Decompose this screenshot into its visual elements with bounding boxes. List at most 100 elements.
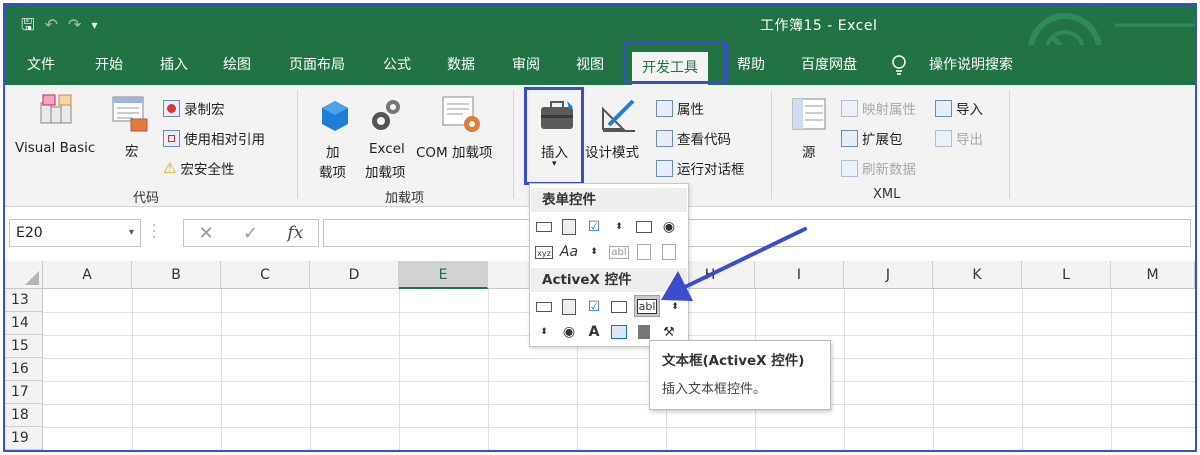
column-header[interactable]: L xyxy=(1022,261,1111,289)
column-header[interactable]: M xyxy=(1111,261,1195,289)
option-button-form-control-icon[interactable]: ◉ xyxy=(659,217,679,237)
run-dialog-button[interactable]: 运行对话框 xyxy=(656,158,745,178)
tooltip-description: 插入文本框控件。 xyxy=(662,382,767,397)
list-box-form-control-icon[interactable] xyxy=(634,217,654,237)
tab-data[interactable]: 数据 xyxy=(437,45,485,85)
save-icon[interactable]: 🖫 xyxy=(21,13,35,37)
insert-function-icon[interactable]: fx xyxy=(287,223,303,243)
scroll-bar-activex-icon[interactable]: ⬍ xyxy=(665,297,685,317)
view-code-button[interactable]: 查看代码 xyxy=(656,128,731,148)
label-form-control-icon[interactable]: Aa xyxy=(559,242,579,262)
tab-view[interactable]: 视图 xyxy=(566,45,614,85)
row-header[interactable]: 14 xyxy=(5,312,43,335)
row-header[interactable]: 15 xyxy=(5,335,43,358)
row-header[interactable]: 16 xyxy=(5,358,43,381)
refresh-data-label: 刷新数据 xyxy=(862,162,916,178)
column-header[interactable]: B xyxy=(132,261,221,289)
tell-me-search[interactable]: 操作说明搜索 xyxy=(919,45,1023,85)
row-header[interactable]: 18 xyxy=(5,404,43,427)
refresh-data-icon xyxy=(841,159,858,177)
lightbulb-icon[interactable] xyxy=(889,45,909,85)
checkbox-form-control-icon[interactable]: ☑ xyxy=(584,217,604,237)
export-label: 导出 xyxy=(956,132,983,148)
list-box-activex-icon[interactable] xyxy=(609,297,629,317)
design-mode-icon xyxy=(602,99,635,132)
combo-list-edit-form-control-icon[interactable] xyxy=(634,242,654,262)
refresh-data-button[interactable]: 刷新数据 xyxy=(841,158,916,178)
group-separator xyxy=(771,91,772,199)
select-all-button[interactable] xyxy=(5,261,43,289)
tab-draw[interactable]: 绘图 xyxy=(213,45,261,85)
redo-icon[interactable]: ↷ xyxy=(68,13,81,37)
combo-box-form-control-icon[interactable] xyxy=(559,217,579,237)
formula-bar-buttons: ✕ ✓ fx xyxy=(183,219,319,247)
tab-insert[interactable]: 插入 xyxy=(150,45,198,85)
macro-security-button[interactable]: ⚠ 宏安全性 xyxy=(163,158,234,178)
text-field-form-control-icon[interactable]: abl xyxy=(609,242,629,262)
column-header[interactable]: C xyxy=(221,261,310,289)
xml-export-button[interactable]: 导出 xyxy=(935,128,983,148)
more-controls-activex-icon[interactable]: ⚒ xyxy=(659,322,679,342)
name-box[interactable]: E20 ▾ xyxy=(9,219,141,247)
record-macro-button[interactable]: 录制宏 xyxy=(163,98,225,118)
tab-formulas[interactable]: 公式 xyxy=(373,45,421,85)
row-header[interactable]: 17 xyxy=(5,381,43,404)
com-addins-label: COM 加载项 xyxy=(416,145,493,161)
checkbox-activex-icon[interactable]: ☑ xyxy=(584,297,604,317)
form-controls-header: 表单控件 xyxy=(531,188,687,212)
option-button-activex-icon[interactable]: ◉ xyxy=(559,322,579,342)
formula-input[interactable] xyxy=(323,219,1191,247)
column-header[interactable]: J xyxy=(844,261,933,289)
expansion-packs-label: 扩展包 xyxy=(862,132,903,148)
name-box-dropdown-icon[interactable]: ▾ xyxy=(129,220,134,246)
design-mode-label: 设计模式 xyxy=(585,145,639,161)
use-relative-references-button[interactable]: 使用相对引用 xyxy=(163,128,265,148)
group-separator xyxy=(297,91,298,199)
combo-dropdown-edit-form-control-icon[interactable] xyxy=(659,242,679,262)
import-icon xyxy=(935,99,952,117)
developer-tab-highlight xyxy=(623,41,727,84)
tab-help[interactable]: 帮助 xyxy=(727,45,775,85)
text-box-activex-icon[interactable]: abl xyxy=(634,295,660,317)
tab-home[interactable]: 开始 xyxy=(85,45,133,85)
group-box-form-control-icon[interactable]: xyz xyxy=(534,242,554,262)
scroll-bar-form-control-icon[interactable]: ⬍ xyxy=(584,242,604,262)
button-form-control-icon[interactable] xyxy=(534,217,554,237)
combo-box-activex-icon[interactable] xyxy=(559,297,579,317)
column-header[interactable]: K xyxy=(933,261,1022,289)
tab-review[interactable]: 审阅 xyxy=(502,45,550,85)
expansion-packs-icon xyxy=(841,129,858,147)
formula-bar-resize-handle[interactable]: · · · xyxy=(152,220,156,245)
image-activex-icon[interactable] xyxy=(609,322,629,342)
enter-icon[interactable]: ✓ xyxy=(243,223,258,244)
command-button-activex-icon[interactable] xyxy=(534,297,554,317)
tooltip-title: 文本框(ActiveX 控件) xyxy=(662,353,805,369)
xml-import-button[interactable]: 导入 xyxy=(935,98,983,118)
row-header[interactable]: 19 xyxy=(5,427,43,450)
column-header[interactable]: I xyxy=(755,261,844,289)
column-header-selected[interactable]: E xyxy=(399,261,488,289)
window-title: 工作簿15 - Excel xyxy=(760,18,878,34)
tab-page-layout[interactable]: 页面布局 xyxy=(279,45,355,85)
run-dialog-label: 运行对话框 xyxy=(677,162,745,178)
insert-controls-menu: 表单控件 ☑ ⬍ ◉ xyz Aa ⬍ abl ActiveX 控件 ☑ abl… xyxy=(529,183,689,347)
activex-controls-header: ActiveX 控件 xyxy=(531,268,687,292)
gears-icon xyxy=(372,100,400,130)
excel-window: 🖫 ↶ ↷ ▾ 工作簿15 - Excel 文件 开始 插入 绘图 页面布局 公… xyxy=(3,3,1197,452)
undo-icon[interactable]: ↶ xyxy=(45,13,58,37)
label-activex-icon[interactable]: A xyxy=(584,322,604,342)
toggle-button-activex-icon[interactable] xyxy=(634,322,654,342)
cancel-icon[interactable]: ✕ xyxy=(199,223,214,244)
row-header[interactable]: 13 xyxy=(5,289,43,312)
expansion-packs-button[interactable]: 扩展包 xyxy=(841,128,903,148)
map-properties-button[interactable]: 映射属性 xyxy=(841,98,916,118)
properties-button[interactable]: 属性 xyxy=(656,98,704,118)
tab-file[interactable]: 文件 xyxy=(17,45,65,85)
spin-button-activex-icon[interactable]: ⬍ xyxy=(534,322,554,342)
column-header[interactable]: D xyxy=(310,261,399,289)
spin-button-form-control-icon[interactable]: ⬍ xyxy=(609,217,629,237)
column-header[interactable]: A xyxy=(43,261,132,289)
customize-qat-icon[interactable]: ▾ xyxy=(91,13,97,37)
tab-baidu-netdisk[interactable]: 百度网盘 xyxy=(791,45,867,85)
quick-access-toolbar: 🖫 ↶ ↷ ▾ xyxy=(21,13,97,37)
